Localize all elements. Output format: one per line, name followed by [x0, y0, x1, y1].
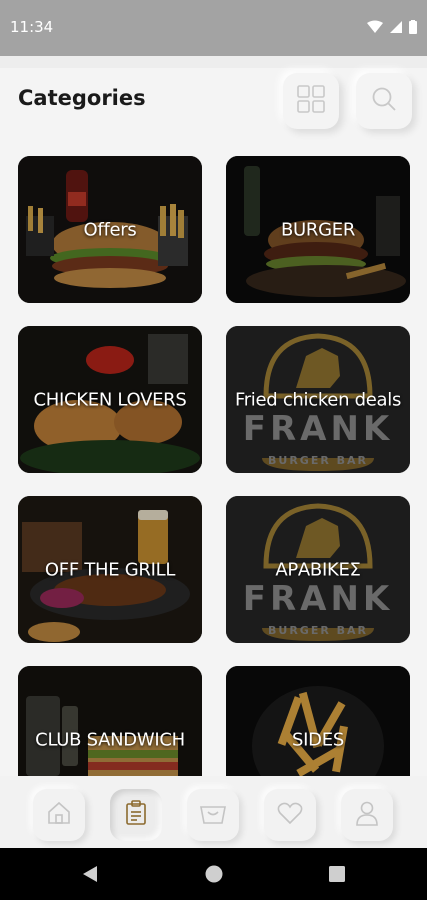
category-card-aravikes[interactable]: FRANK BURGER BAR ΑΡΑΒΙΚΕΣ [226, 496, 410, 643]
heart-icon [277, 801, 303, 829]
fries-image [226, 666, 410, 776]
status-icons [367, 19, 417, 38]
category-label: Offers [83, 219, 137, 240]
grid-icon [297, 85, 325, 117]
status-time: 11:34 [10, 18, 54, 36]
recents-icon[interactable] [329, 866, 345, 886]
category-card-off-the-grill[interactable]: OFF THE GRILL [18, 496, 202, 643]
nav-home-button[interactable] [33, 789, 85, 841]
home-icon [46, 800, 72, 830]
user-icon [355, 800, 379, 830]
category-label: CHICKEN LOVERS [33, 389, 187, 410]
frank-brand-text: FRANK [243, 579, 394, 619]
category-card-club-sandwich[interactable]: CLUB SANDWICH [18, 666, 202, 776]
bottom-nav [0, 776, 427, 848]
basket-icon [199, 801, 227, 829]
category-label: ΑΡΑΒΙΚΕΣ [275, 559, 361, 580]
status-bar: 11:34 [0, 0, 427, 56]
page-title: Categories [18, 86, 146, 110]
frank-sub-text: BURGER BAR [268, 454, 368, 467]
nav-favorites-button[interactable] [264, 789, 316, 841]
nav-profile-button[interactable] [341, 789, 393, 841]
category-label: Fried chicken deals [234, 389, 402, 410]
sandwich-image [18, 666, 202, 776]
category-card-fried-chicken-deals[interactable]: FRANK BURGER BAR Fried chicken deals [226, 326, 410, 473]
nav-basket-button[interactable] [187, 789, 239, 841]
category-label: BURGER [280, 219, 356, 240]
category-card-sides[interactable]: SIDES [226, 666, 410, 776]
frank-sub-text: BURGER BAR [268, 624, 368, 637]
category-card-burger[interactable]: BURGER [226, 156, 410, 303]
frank-brand-text: FRANK [243, 409, 394, 449]
battery-icon [409, 19, 417, 38]
category-label: SIDES [292, 729, 344, 750]
category-label: OFF THE GRILL [44, 559, 176, 580]
wifi-icon [367, 19, 383, 38]
category-card-chicken-lovers[interactable]: CHICKEN LOVERS [18, 326, 202, 473]
search-icon [371, 86, 397, 116]
app-top-gap [0, 56, 427, 68]
category-grid: Offers BURGER CHICKEN LOVERS FRANK BURGE… [18, 156, 410, 776]
category-card-offers[interactable]: Offers [18, 156, 202, 303]
back-icon[interactable] [82, 865, 98, 887]
nav-menu-button[interactable] [110, 789, 162, 841]
home-circle-icon[interactable] [205, 865, 223, 887]
android-nav-bar [0, 848, 427, 900]
signal-icon [389, 19, 403, 38]
category-label: CLUB SANDWICH [35, 729, 185, 750]
search-button[interactable] [356, 73, 412, 129]
grid-view-button[interactable] [283, 73, 339, 129]
menu-icon [124, 800, 148, 830]
